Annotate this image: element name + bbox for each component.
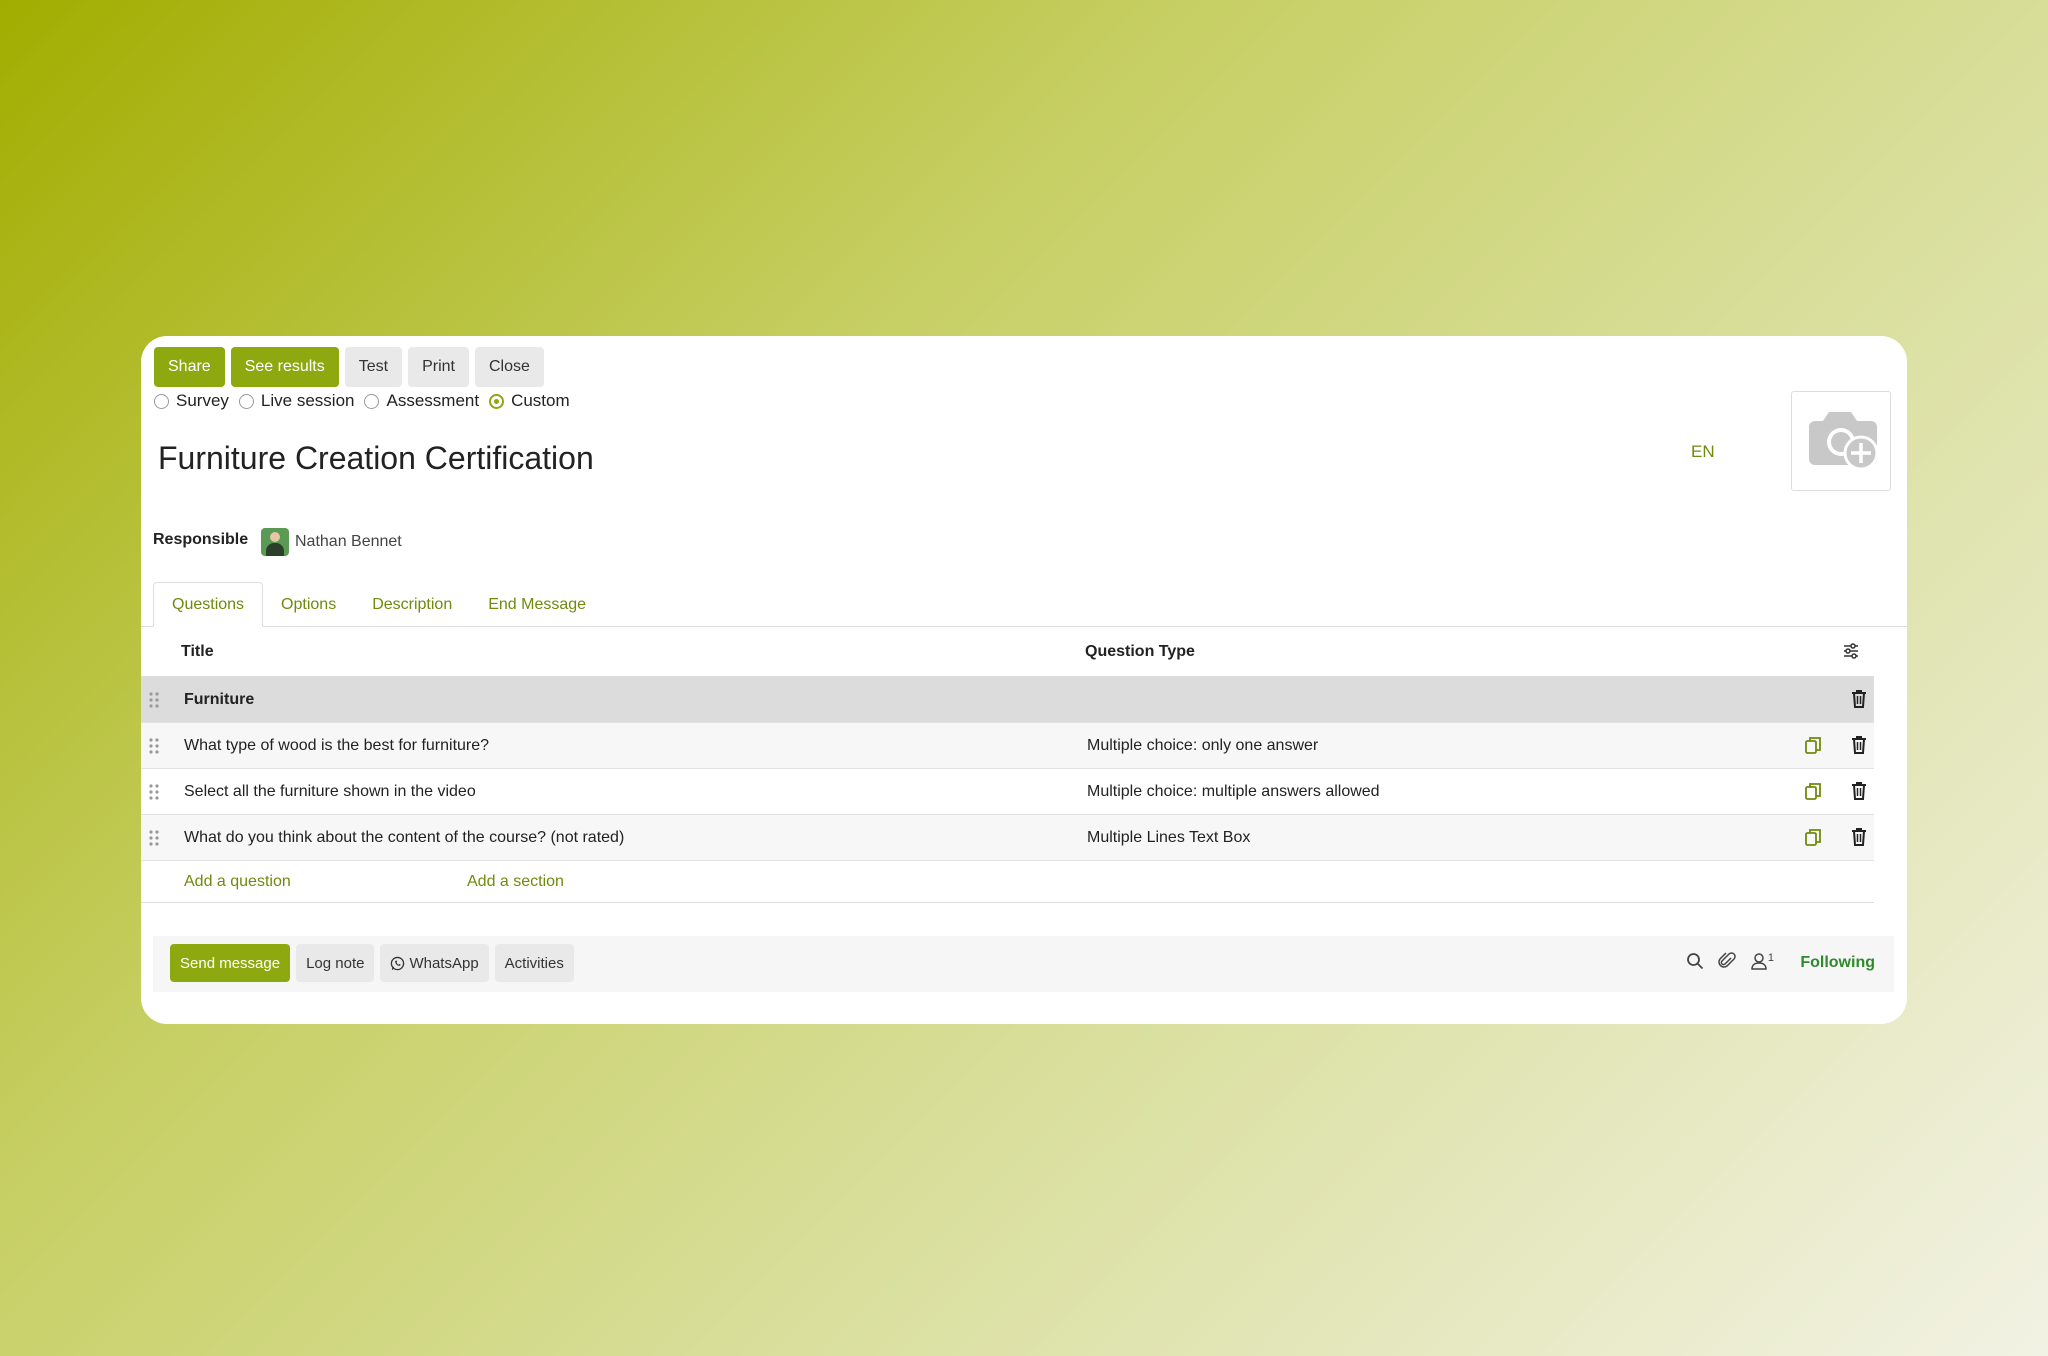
drag-handle-icon[interactable] xyxy=(149,737,159,760)
see-results-button[interactable]: See results xyxy=(230,347,339,387)
responsible-field[interactable]: Nathan Bennet xyxy=(261,528,402,556)
tab-questions[interactable]: Questions xyxy=(153,582,264,627)
copy-icon[interactable] xyxy=(1805,828,1821,851)
questions-table: Title Question Type Furniture What type … xyxy=(141,627,1874,903)
followers-button[interactable]: 1 xyxy=(1750,952,1774,975)
survey-form-card: Share See results Test Print Close Surve… xyxy=(141,336,1907,1024)
tab-options[interactable]: Options xyxy=(263,582,354,627)
search-icon[interactable] xyxy=(1686,952,1704,975)
copy-icon[interactable] xyxy=(1805,782,1821,805)
background: Share See results Test Print Close Surve… xyxy=(0,0,2048,1356)
image-upload[interactable] xyxy=(1791,391,1891,491)
trash-icon[interactable] xyxy=(1851,736,1867,759)
column-header-title[interactable]: Title xyxy=(181,643,214,661)
camera-plus-icon xyxy=(1801,405,1881,478)
radio-button-selected[interactable] xyxy=(489,393,505,409)
radio-button[interactable] xyxy=(238,393,254,409)
avatar xyxy=(261,528,289,556)
survey-title[interactable]: Furniture Creation Certification xyxy=(158,440,594,477)
table-header: Title Question Type xyxy=(141,627,1874,677)
survey-type-radio-group: Survey Live session Assessment Custom xyxy=(154,391,570,411)
question-title: Select all the furniture shown in the vi… xyxy=(184,782,476,800)
radio-survey[interactable]: Survey xyxy=(154,391,229,411)
table-row[interactable]: Select all the furniture shown in the vi… xyxy=(141,769,1874,815)
whatsapp-icon xyxy=(390,956,405,971)
whatsapp-label: WhatsApp xyxy=(409,954,479,972)
add-question-link[interactable]: Add a question xyxy=(184,873,291,891)
radio-custom[interactable]: Custom xyxy=(489,391,570,411)
share-button[interactable]: Share xyxy=(154,347,225,387)
drag-handle-icon[interactable] xyxy=(149,783,159,806)
radio-label: Assessment xyxy=(386,391,480,410)
responsible-label: Responsible xyxy=(153,531,249,548)
action-toolbar: Share See results Test Print Close xyxy=(154,347,544,387)
table-row-section[interactable]: Furniture xyxy=(141,677,1874,723)
add-line-row: Add a question Add a section xyxy=(141,861,1874,903)
question-title: What do you think about the content of t… xyxy=(184,828,625,846)
chatter-icons: 1 xyxy=(1686,952,1774,975)
table-row[interactable]: What do you think about the content of t… xyxy=(141,815,1874,861)
drag-handle-icon[interactable] xyxy=(149,691,159,714)
activities-button[interactable]: Activities xyxy=(494,944,574,982)
close-button[interactable]: Close xyxy=(475,347,544,387)
tab-description[interactable]: Description xyxy=(354,582,470,627)
radio-button[interactable] xyxy=(364,393,380,409)
column-header-question-type[interactable]: Question Type xyxy=(1085,643,1195,661)
radio-live-session[interactable]: Live session xyxy=(238,391,355,411)
radio-label: Live session xyxy=(260,391,355,410)
chatter-buttons: Send message Log note WhatsApp Activitie… xyxy=(170,944,574,982)
trash-icon[interactable] xyxy=(1851,782,1867,805)
settings-sliders-icon[interactable] xyxy=(1843,643,1859,664)
language-toggle[interactable]: EN xyxy=(1691,442,1715,462)
radio-button[interactable] xyxy=(154,393,169,409)
copy-icon[interactable] xyxy=(1805,736,1821,759)
section-title: Furniture xyxy=(184,690,255,708)
table-row[interactable]: What type of wood is the best for furnit… xyxy=(141,723,1874,769)
add-section-link[interactable]: Add a section xyxy=(467,873,564,891)
question-type: Multiple choice: only one answer xyxy=(1087,736,1319,754)
print-button[interactable]: Print xyxy=(408,347,469,387)
whatsapp-button[interactable]: WhatsApp xyxy=(380,944,489,982)
responsible-name: Nathan Bennet xyxy=(295,533,402,550)
radio-label: Survey xyxy=(176,391,229,410)
drag-handle-icon[interactable] xyxy=(149,829,159,852)
followers-count: 1 xyxy=(1767,952,1774,964)
radio-label: Custom xyxy=(511,391,570,410)
question-type: Multiple Lines Text Box xyxy=(1087,828,1251,846)
user-icon xyxy=(1750,952,1768,975)
log-note-button[interactable]: Log note xyxy=(296,944,375,982)
radio-assessment[interactable]: Assessment xyxy=(364,391,479,411)
trash-icon[interactable] xyxy=(1851,690,1867,713)
question-title: What type of wood is the best for furnit… xyxy=(184,736,490,754)
send-message-button[interactable]: Send message xyxy=(170,944,291,982)
paperclip-icon[interactable] xyxy=(1718,952,1736,975)
test-button[interactable]: Test xyxy=(344,347,403,387)
question-type: Multiple choice: multiple answers allowe… xyxy=(1087,782,1380,800)
chatter-bar: Send message Log note WhatsApp Activitie… xyxy=(153,936,1894,992)
following-button[interactable]: Following xyxy=(1800,954,1875,972)
trash-icon[interactable] xyxy=(1851,828,1867,851)
notebook-tabs: Questions Options Description End Messag… xyxy=(153,582,604,627)
tab-end-message[interactable]: End Message xyxy=(470,582,604,627)
